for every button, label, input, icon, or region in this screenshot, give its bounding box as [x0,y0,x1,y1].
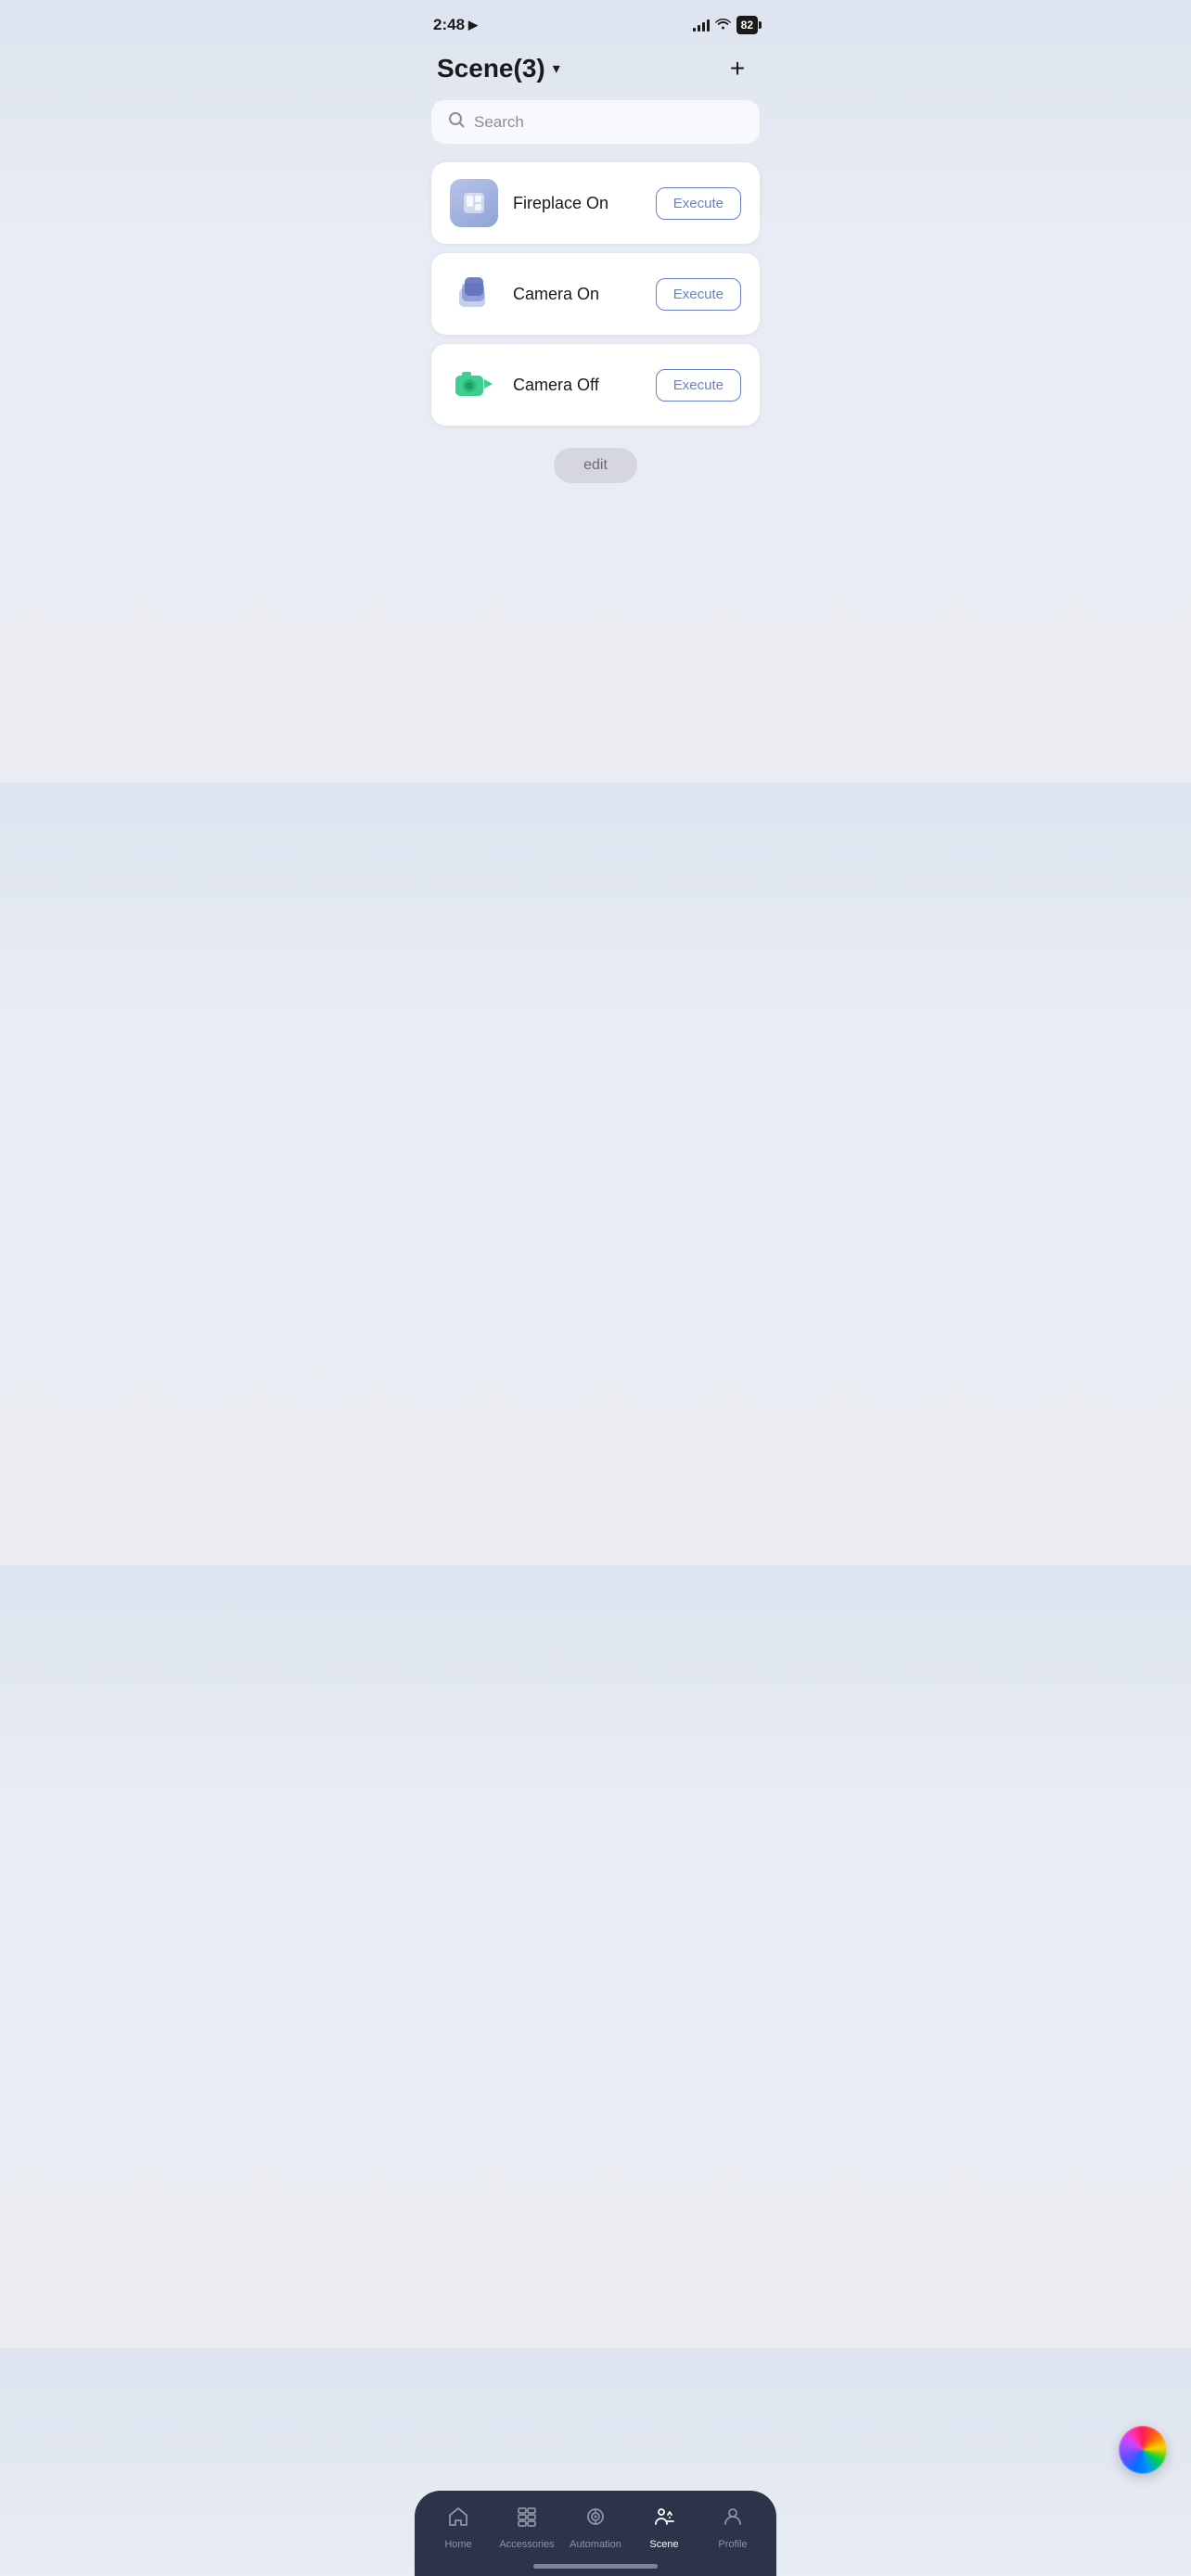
scene-tab-icon [653,2506,675,2533]
tab-home[interactable]: Home [424,2506,493,2550]
scene-name-fireplace-on: Fireplace On [513,194,608,213]
tab-scene[interactable]: Scene [630,2506,698,2550]
edit-section: edit [415,448,776,483]
execute-button-camera-off[interactable]: Execute [656,369,741,402]
tab-accessories[interactable]: Accessories [493,2506,561,2550]
camera-on-icon [450,270,498,318]
home-indicator [533,2564,658,2569]
accessories-tab-icon [516,2506,538,2533]
scene-item-fireplace-on: Fireplace On Execute [431,162,760,244]
header: Scene(3) ▾ + [415,45,776,100]
execute-button-fireplace-on[interactable]: Execute [656,187,741,220]
camera-off-icon [450,361,498,409]
scenes-list: Fireplace On Execute Camera On Execute [415,162,776,426]
status-bar: 2:48 ▶ 82 [415,0,776,45]
tab-automation[interactable]: Automation [561,2506,630,2550]
scene-item-camera-on: Camera On Execute [431,253,760,335]
tab-home-label: Home [444,2539,471,2550]
siri-orb-icon [1119,2426,1167,2474]
tab-profile[interactable]: Profile [698,2506,767,2550]
page-title: Scene(3) [437,54,545,83]
wifi-icon [715,18,731,32]
siri-button[interactable] [1119,2426,1167,2474]
plus-icon: + [730,56,745,82]
home-tab-icon [447,2506,469,2533]
location-icon: ▶ [468,18,478,32]
header-title[interactable]: Scene(3) ▾ [437,54,560,83]
search-placeholder: Search [474,113,524,132]
scene-name-camera-off: Camera Off [513,376,599,395]
edit-button[interactable]: edit [554,448,637,483]
search-bar[interactable]: Search [431,100,760,144]
tab-automation-label: Automation [570,2539,621,2550]
status-icons: 82 [693,16,758,34]
tab-scene-label: Scene [649,2539,678,2550]
tab-accessories-label: Accessories [499,2539,554,2550]
dropdown-arrow-icon[interactable]: ▾ [553,59,560,78]
profile-tab-icon [722,2506,744,2533]
fireplace-on-icon [450,179,498,227]
status-time: 2:48 ▶ [433,16,478,34]
search-icon [448,111,465,133]
add-scene-button[interactable]: + [721,52,754,85]
scene-item-camera-off: Camera Off Execute [431,344,760,426]
tab-profile-label: Profile [718,2539,747,2550]
signal-icon [693,19,710,32]
execute-button-camera-on[interactable]: Execute [656,278,741,311]
automation-tab-icon [584,2506,607,2533]
scene-name-camera-on: Camera On [513,285,599,304]
battery-icon: 82 [736,16,758,34]
